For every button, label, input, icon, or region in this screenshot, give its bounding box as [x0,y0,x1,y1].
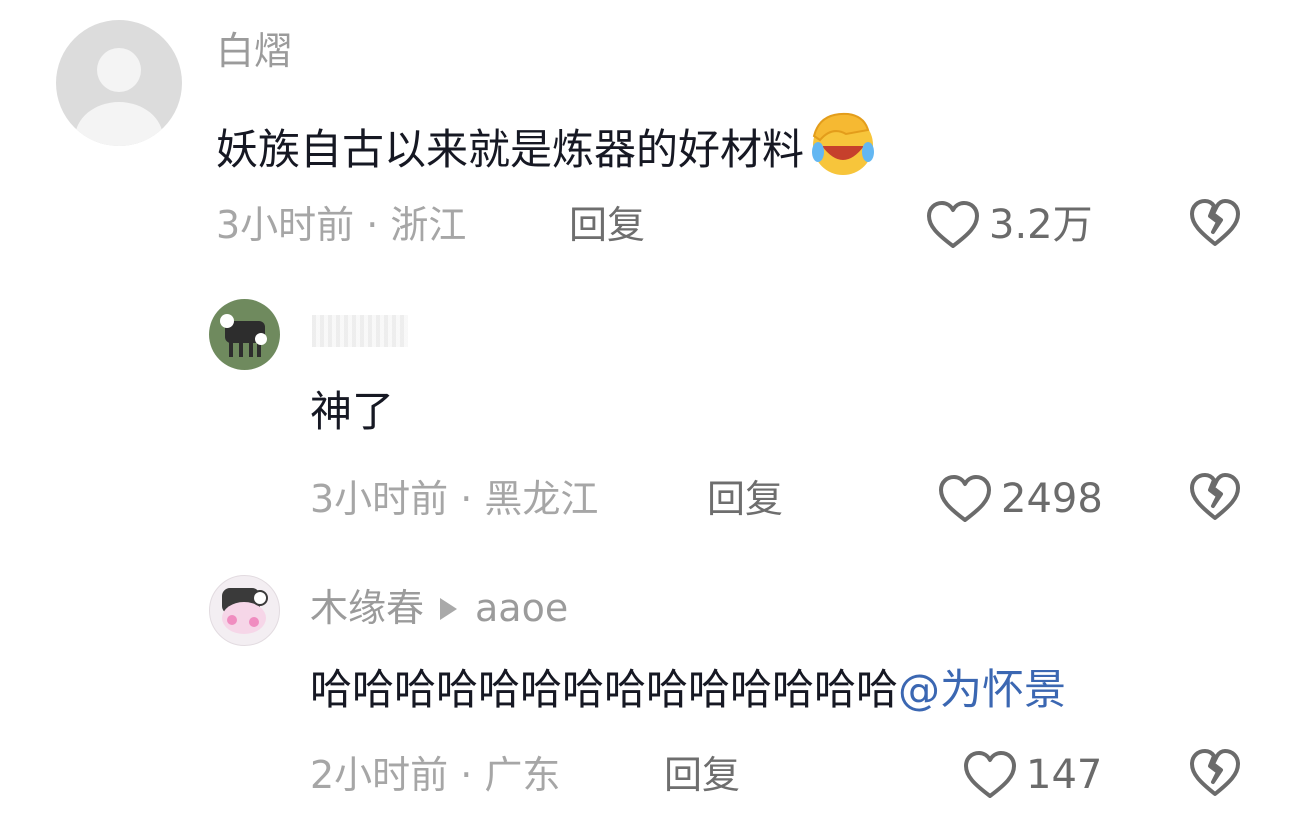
reply-header: 木缘春 aaoe [310,585,568,631]
broken-heart-icon[interactable] [1188,748,1242,798]
broken-heart-icon[interactable] [1188,472,1242,522]
reply-button[interactable]: 回复 [664,752,740,798]
default-avatar-icon [75,48,163,146]
heart-outline-icon [927,201,979,248]
mention-link[interactable]: @为怀景 [898,665,1066,714]
comment-text: 妖族自古以来就是炼器的好材料 [216,108,880,178]
avatar[interactable] [209,299,280,370]
reply-button[interactable]: 回复 [707,476,783,522]
like-button[interactable]: 147 [962,750,1102,800]
reply-button[interactable]: 回复 [569,202,645,248]
like-count: 3.2万 [989,202,1093,248]
heart-outline-icon [939,475,991,522]
cartoon-avatar-icon [222,588,268,634]
comment-text: 神了 [310,387,395,436]
heart-outline-icon [964,751,1016,798]
comment-text: 哈哈哈哈哈哈哈哈哈哈哈哈哈哈@为怀景 [310,664,1066,716]
like-button[interactable]: 2498 [937,474,1103,524]
comment-time-location: 3小时前 · 黑龙江 [310,477,599,521]
like-button[interactable]: 3.2万 [925,200,1093,250]
comment-author[interactable]: 木缘春 [310,586,424,630]
broken-heart-icon[interactable] [1188,198,1242,248]
like-count: 147 [1026,752,1103,798]
like-count: 2498 [1001,476,1103,522]
comment-time-location: 3小时前 · 浙江 [216,203,467,247]
reply-to-user[interactable]: aaoe [475,586,568,630]
comment-author[interactable]: 白熠 [216,28,292,74]
facepalm-laughing-emoji [812,112,875,175]
comment-time-location: 2小时前 · 广东 [310,753,561,797]
comment-text-body: 哈哈哈哈哈哈哈哈哈哈哈哈哈哈 [310,665,899,714]
avatar[interactable] [209,575,280,646]
comment-text-body: 妖族自古以来就是炼器的好材料 [216,125,805,174]
reply-arrow-icon [440,598,458,620]
animal-avatar-icon [220,314,267,357]
avatar[interactable] [56,20,182,146]
redacted-author [312,315,408,347]
